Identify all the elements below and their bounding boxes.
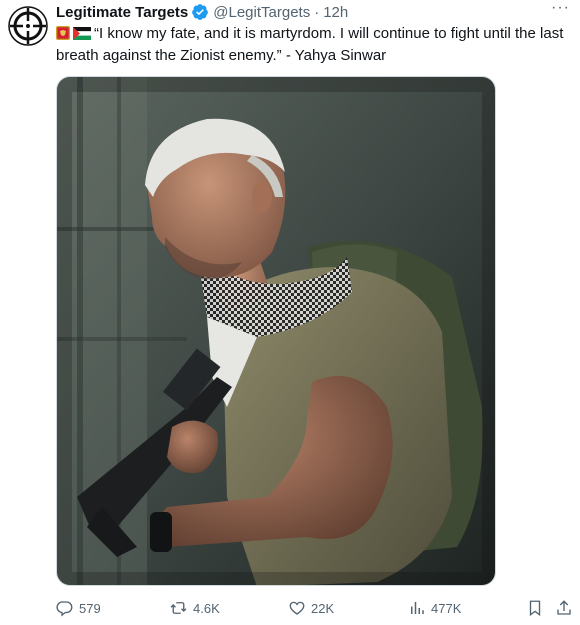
author-name[interactable]: Legitimate Targets xyxy=(56,4,188,21)
reply-button[interactable]: 579 xyxy=(56,597,101,619)
tweet-header: Legitimate Targets @LegitTargets · 12h xyxy=(56,2,550,22)
heart-icon xyxy=(289,601,305,615)
retweet-icon xyxy=(170,602,187,614)
reply-count: 579 xyxy=(79,600,101,616)
timestamp[interactable]: 12h xyxy=(323,4,348,21)
tweet: Legitimate Targets @LegitTargets · 12h ·… xyxy=(0,0,580,625)
retweet-button[interactable]: 4.6K xyxy=(169,597,220,619)
reply-icon xyxy=(56,601,73,617)
separator: · xyxy=(314,3,320,21)
views-button[interactable]: 477K xyxy=(408,597,461,619)
tweet-text: “I know my fate, and it is martyrdom. I … xyxy=(56,24,568,66)
like-count: 22K xyxy=(311,600,335,616)
verified-badge-icon xyxy=(191,3,209,21)
views-chart-icon xyxy=(411,602,424,614)
share-icon xyxy=(557,600,571,615)
retweet-count: 4.6K xyxy=(193,600,220,616)
bookmark-icon xyxy=(529,600,541,617)
share-button[interactable] xyxy=(555,597,578,619)
more-options-icon[interactable]: ··· xyxy=(551,0,570,16)
tweet-image[interactable] xyxy=(56,76,496,586)
action-bar: 579 4.6K 22K 477K xyxy=(56,597,572,619)
montenegro-flag-icon xyxy=(56,26,70,46)
like-button[interactable]: 22K xyxy=(288,597,334,619)
author-handle[interactable]: @LegitTargets xyxy=(213,4,310,21)
palestine-flag-icon xyxy=(72,26,92,46)
bookmark-button[interactable] xyxy=(526,597,549,619)
views-count: 477K xyxy=(431,600,462,616)
soldier-portrait-image xyxy=(57,77,495,585)
avatar[interactable] xyxy=(8,6,48,46)
tweet-text-body: “I know my fate, and it is martyrdom. I … xyxy=(56,25,564,64)
crosshair-logo-icon xyxy=(8,6,48,46)
